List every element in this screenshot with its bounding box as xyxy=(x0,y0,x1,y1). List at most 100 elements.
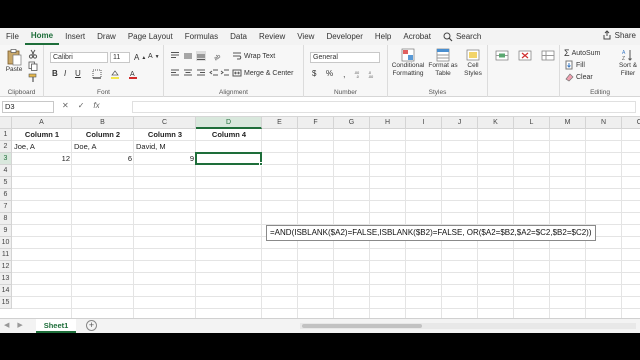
column-header-k[interactable]: K xyxy=(478,117,514,129)
active-cell-indicator[interactable] xyxy=(195,152,262,165)
row-header-10[interactable]: 10 xyxy=(0,237,12,249)
cell-d1[interactable]: Column 4 xyxy=(196,129,262,141)
tab-home[interactable]: Home xyxy=(24,28,60,45)
align-bottom-icon[interactable] xyxy=(196,51,206,61)
column-header-a[interactable]: A xyxy=(12,117,72,129)
row-header-5[interactable]: 5 xyxy=(0,177,12,189)
share-button[interactable]: Share xyxy=(602,30,636,40)
tab-help[interactable]: Help xyxy=(369,28,397,45)
cell-b2[interactable]: Doe, A xyxy=(72,141,134,153)
align-left-icon[interactable] xyxy=(170,68,180,78)
fill-color-icon[interactable] xyxy=(110,69,120,79)
font-size-box[interactable]: 11 xyxy=(110,52,130,63)
percent-button[interactable]: % xyxy=(326,69,333,78)
insert-function-icon[interactable]: fx xyxy=(93,101,99,110)
tab-review[interactable]: Review xyxy=(253,28,291,45)
cell-b3[interactable]: 6 xyxy=(72,153,134,165)
autosum-button[interactable]: Σ AutoSum xyxy=(564,48,600,58)
sheet-tab-sheet1[interactable]: Sheet1 xyxy=(36,319,76,333)
italic-button[interactable]: I xyxy=(64,69,66,78)
column-header-j[interactable]: J xyxy=(442,117,478,129)
tab-developer[interactable]: Developer xyxy=(320,28,368,45)
paste-button[interactable]: Paste xyxy=(3,48,25,74)
select-all-corner[interactable] xyxy=(0,117,12,129)
cell-b1[interactable]: Column 2 xyxy=(72,129,134,141)
copy-icon[interactable] xyxy=(28,61,38,71)
column-header-i[interactable]: I xyxy=(406,117,442,129)
wrap-text-button[interactable]: Wrap Text xyxy=(232,51,275,61)
align-middle-icon[interactable] xyxy=(183,51,193,61)
insert-cells-button[interactable] xyxy=(491,48,513,62)
cell-c3[interactable]: 9 xyxy=(134,153,196,165)
cell-c2[interactable]: David, M xyxy=(134,141,196,153)
number-format-box[interactable]: General xyxy=(310,52,380,63)
row-header-6[interactable]: 6 xyxy=(0,189,12,201)
cut-icon[interactable] xyxy=(28,49,38,59)
row-header-13[interactable]: 13 xyxy=(0,273,12,285)
format-as-table-button[interactable]: Format as Table xyxy=(428,48,458,78)
row-header-4[interactable]: 4 xyxy=(0,165,12,177)
column-header-b[interactable]: B xyxy=(72,117,134,129)
next-sheet-icon[interactable]: ▶ xyxy=(17,321,22,329)
row-header-1[interactable]: 1 xyxy=(0,129,12,141)
tab-page-layout[interactable]: Page Layout xyxy=(122,28,179,45)
increase-font-icon[interactable]: A ▲ xyxy=(134,53,146,62)
increase-decimal-icon[interactable]: .00.0 xyxy=(354,69,364,79)
name-box[interactable]: D3 xyxy=(2,101,54,113)
format-painter-icon[interactable] xyxy=(28,73,38,83)
column-header-c[interactable]: C xyxy=(134,117,196,129)
underline-button[interactable]: U xyxy=(75,69,81,78)
cell-a1[interactable]: Column 1 xyxy=(12,129,72,141)
formula-input[interactable] xyxy=(132,101,636,113)
decrease-decimal-icon[interactable]: .0.00 xyxy=(368,69,378,79)
decrease-indent-icon[interactable] xyxy=(209,68,219,78)
tab-data[interactable]: Data xyxy=(224,28,253,45)
row-header-15[interactable]: 15 xyxy=(0,297,12,309)
search-box[interactable]: Search xyxy=(437,32,487,42)
row-header-3[interactable]: 3 xyxy=(0,153,12,165)
bold-button[interactable]: B xyxy=(52,69,58,78)
cell-c1[interactable]: Column 3 xyxy=(134,129,196,141)
column-header-h[interactable]: H xyxy=(370,117,406,129)
fill-button[interactable]: Fill xyxy=(564,60,585,70)
align-right-icon[interactable] xyxy=(196,68,206,78)
column-header-f[interactable]: F xyxy=(298,117,334,129)
align-top-icon[interactable] xyxy=(170,51,180,61)
format-cells-button[interactable] xyxy=(536,48,560,62)
tab-insert[interactable]: Insert xyxy=(59,28,91,45)
column-header-m[interactable]: M xyxy=(550,117,586,129)
align-center-icon[interactable] xyxy=(183,68,193,78)
clear-button[interactable]: Clear xyxy=(564,72,593,82)
formula-text-box[interactable]: =AND(ISBLANK($A2)=FALSE,ISBLANK($B2)=FAL… xyxy=(266,225,596,241)
horizontal-scrollbar[interactable] xyxy=(300,323,636,329)
row-header-8[interactable]: 8 xyxy=(0,213,12,225)
row-header-14[interactable]: 14 xyxy=(0,285,12,297)
cancel-icon[interactable]: ✕ xyxy=(62,101,69,110)
tab-formulas[interactable]: Formulas xyxy=(179,28,224,45)
cell-styles-button[interactable]: Cell Styles xyxy=(460,48,486,78)
orientation-icon[interactable]: ab xyxy=(212,51,222,61)
decrease-font-icon[interactable]: A ▼ xyxy=(148,53,160,60)
prev-sheet-icon[interactable]: ◀ xyxy=(4,321,9,329)
fill-handle[interactable] xyxy=(259,162,263,166)
tab-file[interactable]: File xyxy=(0,28,25,45)
conditional-formatting-button[interactable]: Conditional Formatting xyxy=(390,48,426,78)
column-header-n[interactable]: N xyxy=(586,117,622,129)
currency-button[interactable]: $ xyxy=(312,69,316,78)
sort-filter-button[interactable]: AZ Sort & Filter xyxy=(614,48,640,78)
row-header-11[interactable]: 11 xyxy=(0,249,12,261)
row-header-12[interactable]: 12 xyxy=(0,261,12,273)
enter-icon[interactable]: ✓ xyxy=(78,101,85,110)
delete-cells-button[interactable] xyxy=(513,48,537,62)
font-color-icon[interactable]: A xyxy=(128,69,138,79)
tab-view[interactable]: View xyxy=(291,28,320,45)
row-header-2[interactable]: 2 xyxy=(0,141,12,153)
column-header-g[interactable]: G xyxy=(334,117,370,129)
worksheet-grid[interactable]: A B C D E F G H I J K L M N O 1 2 3 4 5 6 7 8 9 10 11 12 13 14 15 Colu… xyxy=(0,117,640,318)
row-header-9[interactable]: 9 xyxy=(0,225,12,237)
column-header-o[interactable]: O xyxy=(622,117,640,129)
increase-indent-icon[interactable] xyxy=(220,68,230,78)
column-header-l[interactable]: L xyxy=(514,117,550,129)
add-sheet-icon[interactable]: + xyxy=(86,320,97,331)
comma-style-icon[interactable]: , xyxy=(340,69,350,79)
